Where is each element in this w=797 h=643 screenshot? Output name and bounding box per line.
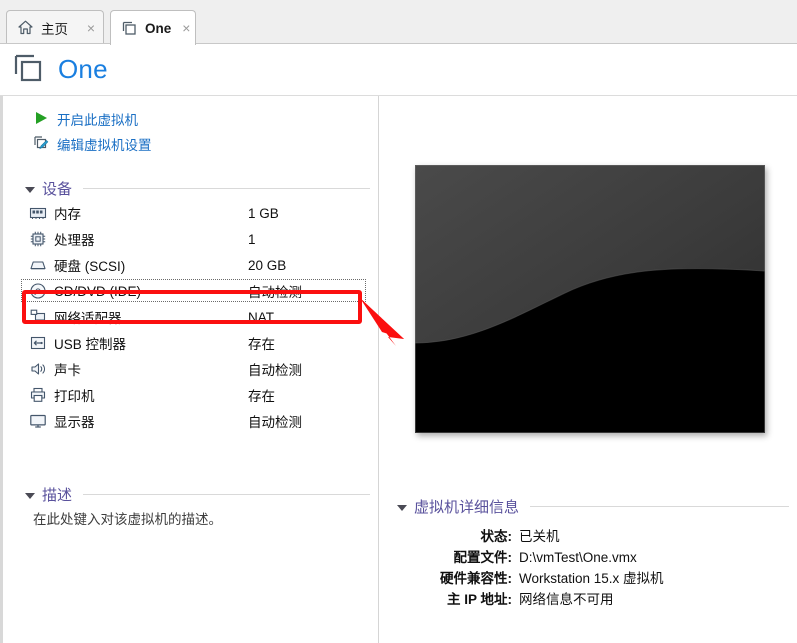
chevron-down-icon (25, 186, 35, 193)
device-name: 网络适配器 (54, 311, 122, 326)
device-value: NAT (248, 309, 274, 325)
devices-section-title: 设备 (42, 181, 73, 198)
vm-preview-thumbnail[interactable] (415, 165, 765, 433)
device-row-cddvd[interactable]: CD/DVD (IDE) 自动检测 (21, 278, 369, 304)
power-on-vm-label: 开启此虚拟机 (57, 113, 138, 128)
device-value: 1 GB (248, 205, 279, 221)
device-row-printer[interactable]: 打印机 存在 (29, 382, 369, 408)
chevron-down-icon (397, 504, 407, 511)
detail-value: 网络信息不可用 (519, 592, 614, 607)
device-name: 声卡 (54, 363, 81, 378)
device-row-processor[interactable]: 处理器 1 (29, 226, 369, 252)
detail-label: 配置文件: (453, 550, 513, 565)
vm-details-section-header[interactable]: 虚拟机详细信息 (397, 496, 789, 517)
page-title: One (58, 54, 108, 84)
description-section-title: 描述 (42, 487, 73, 504)
device-name: 显示器 (54, 415, 95, 430)
usb-icon (29, 334, 47, 352)
detail-label: 硬件兼容性: (440, 571, 512, 586)
device-row-memory[interactable]: 内存 1 GB (29, 200, 369, 226)
device-name: 处理器 (54, 233, 95, 248)
selection-focus-outline (21, 279, 366, 302)
section-rule (83, 494, 370, 495)
tab-one[interactable]: One × (110, 10, 196, 45)
device-value: 存在 (248, 389, 275, 404)
sound-icon (29, 360, 47, 378)
display-icon (29, 412, 47, 430)
vm-stack-icon (121, 20, 138, 37)
device-value: 20 GB (248, 257, 287, 273)
detail-value: Workstation 15.x 虚拟机 (519, 571, 664, 586)
play-icon (33, 110, 49, 129)
device-row-network[interactable]: 网络适配器 NAT (29, 304, 369, 330)
device-value: 自动检测 (248, 363, 302, 378)
device-row-usb[interactable]: USB 控制器 存在 (29, 330, 369, 356)
detail-row-config-file: 配置文件: D:\vmTest\One.vmx (399, 546, 797, 566)
device-value: 存在 (248, 337, 275, 352)
device-name: 打印机 (54, 389, 95, 404)
tab-one-label: One (145, 20, 172, 36)
vm-actions: 开启此虚拟机 编辑虚拟机设置 (33, 108, 152, 158)
printer-icon (29, 386, 47, 404)
device-row-display[interactable]: 显示器 自动检测 (29, 408, 369, 434)
device-name: 硬盘 (SCSI) (54, 259, 126, 274)
devices-list: 内存 1 GB 处理器 1 硬盘 (SCSI) 20 GB CD/DVD (ID… (21, 200, 369, 434)
detail-value: 已关机 (519, 529, 560, 544)
left-pane: 开启此虚拟机 编辑虚拟机设置 设备 内存 1 GB 处理器 1 硬盘 (SCSI… (0, 96, 378, 643)
description-section-header[interactable]: 描述 (25, 484, 370, 505)
vm-details-list: 状态: 已关机 配置文件: D:\vmTest\One.vmx 硬件兼容性: W… (399, 525, 797, 609)
description-input[interactable]: 在此处键入对该虚拟机的描述。 (33, 508, 222, 528)
section-rule (83, 188, 370, 189)
home-icon (17, 19, 34, 36)
detail-row-primary-ip: 主 IP 地址: 网络信息不可用 (399, 588, 797, 608)
detail-row-state: 状态: 已关机 (399, 525, 797, 545)
tab-one-close-icon[interactable]: × (178, 21, 190, 35)
vm-stack-icon-large (12, 51, 46, 88)
detail-value: D:\vmTest\One.vmx (519, 550, 637, 565)
edit-vm-settings-label: 编辑虚拟机设置 (57, 138, 152, 153)
detail-label: 主 IP 地址: (446, 592, 512, 607)
harddisk-icon (29, 256, 47, 274)
tab-bar: 主页 × One × (0, 0, 797, 45)
device-name: USB 控制器 (54, 337, 127, 352)
memory-icon (29, 204, 47, 222)
edit-settings-icon (33, 135, 49, 154)
network-icon (29, 308, 47, 326)
chevron-down-icon (25, 492, 35, 499)
detail-label: 状态: (480, 529, 513, 544)
vm-title-header: One (0, 44, 797, 95)
edit-vm-settings-button[interactable]: 编辑虚拟机设置 (33, 133, 152, 155)
vm-details-section-title: 虚拟机详细信息 (414, 499, 520, 516)
tab-home-label: 主页 (41, 21, 68, 37)
device-name: 内存 (54, 207, 81, 222)
detail-row-hardware-compat: 硬件兼容性: Workstation 15.x 虚拟机 (399, 567, 797, 587)
tab-home-close-icon[interactable]: × (83, 21, 95, 35)
device-row-sound[interactable]: 声卡 自动检测 (29, 356, 369, 382)
device-value: 自动检测 (248, 285, 302, 300)
processor-icon (29, 230, 47, 248)
device-value: 自动检测 (248, 415, 302, 430)
device-row-harddisk[interactable]: 硬盘 (SCSI) 20 GB (29, 252, 369, 278)
device-value: 1 (248, 231, 256, 247)
devices-section-header[interactable]: 设备 (25, 178, 370, 199)
tab-home[interactable]: 主页 × (6, 10, 104, 44)
section-rule (530, 506, 789, 507)
power-on-vm-button[interactable]: 开启此虚拟机 (33, 108, 152, 130)
